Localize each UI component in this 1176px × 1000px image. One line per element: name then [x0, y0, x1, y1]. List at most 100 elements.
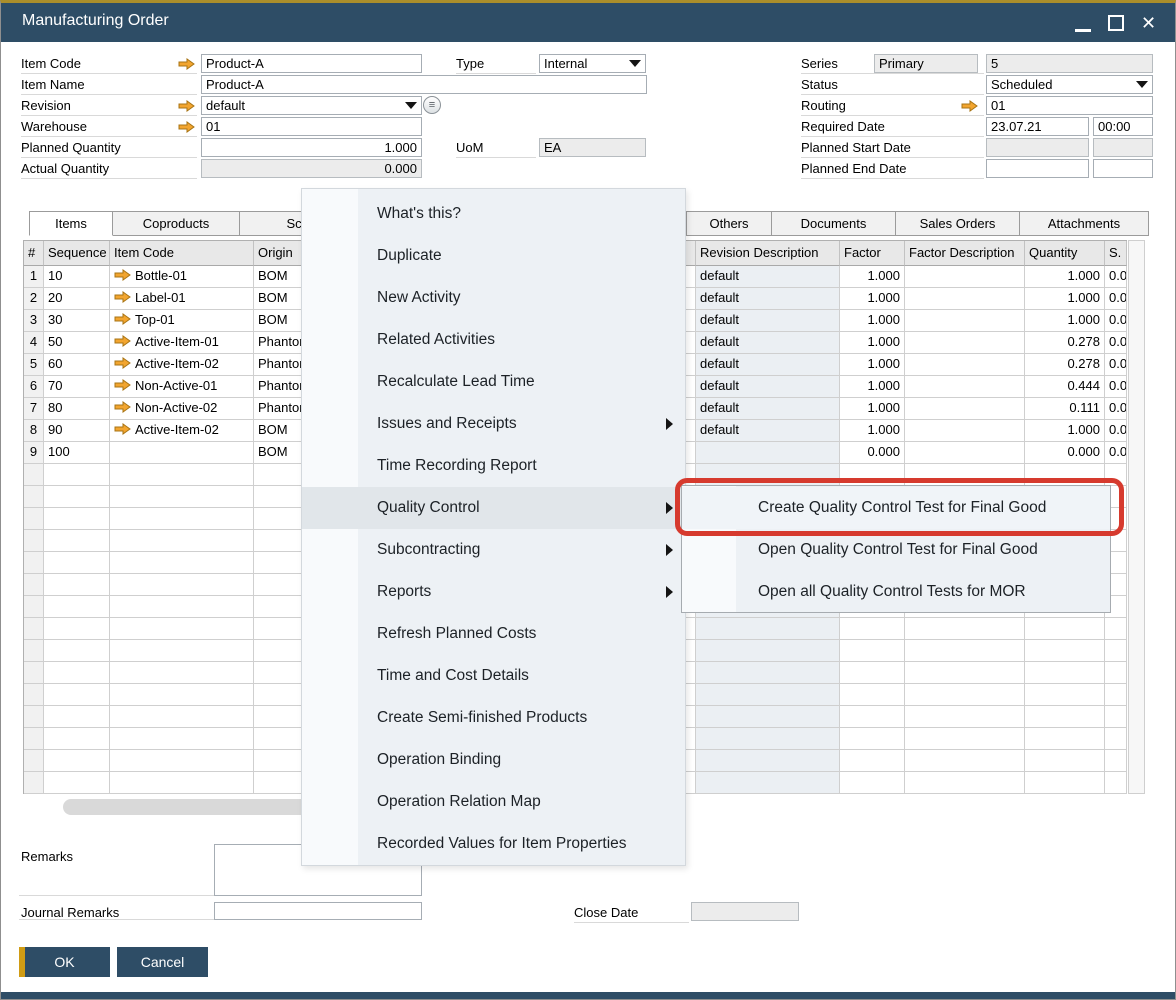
cell-factor[interactable]	[840, 684, 905, 706]
submenu-item-create-quality-control-test-for-final-good[interactable]: Create Quality Control Test for Final Go…	[682, 487, 1110, 529]
cell-item-code[interactable]	[110, 772, 254, 794]
menu-item-refresh-planned-costs[interactable]: Refresh Planned Costs	[302, 613, 685, 655]
cell-revision-description[interactable]	[696, 464, 840, 486]
cell-revision-description[interactable]: default	[696, 288, 840, 310]
menu-item-quality-control[interactable]: Quality Control	[302, 487, 685, 529]
cell-sequence[interactable]	[44, 574, 110, 596]
cell-sequence[interactable]	[44, 618, 110, 640]
menu-item-duplicate[interactable]: Duplicate	[302, 235, 685, 277]
field-planned-end-date-time[interactable]	[1093, 159, 1153, 178]
cell-factor-description[interactable]	[905, 354, 1025, 376]
cell-factor[interactable]	[840, 772, 905, 794]
tab-documents[interactable]: Documents	[771, 211, 896, 236]
tab-items[interactable]: Items	[29, 211, 113, 236]
cell-quantity[interactable]: 1.000	[1025, 266, 1105, 288]
cell-sequence[interactable]	[44, 486, 110, 508]
cell-item-code[interactable]: Non-Active-01	[110, 376, 254, 398]
cell-sequence[interactable]: 60	[44, 354, 110, 376]
cell-factor[interactable]: 0.000	[840, 442, 905, 464]
link-arrow-icon[interactable]	[178, 57, 196, 70]
cell-sequence[interactable]	[44, 640, 110, 662]
cell-sequence[interactable]	[44, 728, 110, 750]
cell-item-code[interactable]	[110, 530, 254, 552]
cell-factor[interactable]: 1.000	[840, 332, 905, 354]
cell-sequence[interactable]: 100	[44, 442, 110, 464]
cell-item-code[interactable]: Bottle-01	[110, 266, 254, 288]
cell-item-code[interactable]: Top-01	[110, 310, 254, 332]
cell-item-code[interactable]	[110, 750, 254, 772]
cell-s[interactable]	[1105, 464, 1127, 486]
cell-s[interactable]	[1105, 662, 1127, 684]
cell-item-code[interactable]	[110, 618, 254, 640]
cell-factor-description[interactable]	[905, 398, 1025, 420]
cell-s[interactable]	[1105, 728, 1127, 750]
link-arrow-icon[interactable]	[114, 333, 131, 345]
cell-revision-description[interactable]: default	[696, 354, 840, 376]
cell-quantity[interactable]: 0.111	[1025, 398, 1105, 420]
menu-item-recalculate-lead-time[interactable]: Recalculate Lead Time	[302, 361, 685, 403]
cell-quantity[interactable]: 0.000	[1025, 442, 1105, 464]
menu-item-reports[interactable]: Reports	[302, 571, 685, 613]
cell-item-code[interactable]	[110, 684, 254, 706]
cell-s[interactable]	[1105, 772, 1127, 794]
field-planned-end-date-date[interactable]	[986, 159, 1089, 178]
cell-revision-description[interactable]	[696, 662, 840, 684]
cell-factor[interactable]: 1.000	[840, 310, 905, 332]
cell-s[interactable]	[1105, 684, 1127, 706]
cell-s[interactable]	[1105, 618, 1127, 640]
cell-sequence[interactable]	[44, 772, 110, 794]
field-revision[interactable]: default	[201, 96, 422, 115]
cell-factor-description[interactable]	[905, 750, 1025, 772]
cell-s[interactable]: 0.000	[1105, 442, 1127, 464]
cell-s[interactable]: 0.000	[1105, 354, 1127, 376]
menu-item-recorded-values-for-item-properties[interactable]: Recorded Values for Item Properties	[302, 823, 685, 865]
cell-revision-description[interactable]: default	[696, 310, 840, 332]
cell-s[interactable]: 0.000	[1105, 398, 1127, 420]
cell-factor[interactable]: 1.000	[840, 266, 905, 288]
cell-quantity[interactable]: 0.278	[1025, 354, 1105, 376]
cell-quantity[interactable]	[1025, 772, 1105, 794]
cell-factor-description[interactable]	[905, 464, 1025, 486]
cell-item-code[interactable]	[110, 486, 254, 508]
cell-revision-description[interactable]	[696, 750, 840, 772]
cell-item-code[interactable]	[110, 508, 254, 530]
cell-item-code[interactable]	[110, 640, 254, 662]
menu-item-time-and-cost-details[interactable]: Time and Cost Details	[302, 655, 685, 697]
cell-factor[interactable]	[840, 662, 905, 684]
field-item-code[interactable]: Product-A	[201, 54, 422, 73]
cell-factor-description[interactable]	[905, 288, 1025, 310]
cell-s[interactable]: 0.000	[1105, 332, 1127, 354]
cell-item-code[interactable]: Non-Active-02	[110, 398, 254, 420]
vertical-scrollbar[interactable]	[1128, 240, 1145, 794]
cell-factor-description[interactable]	[905, 420, 1025, 442]
close-button[interactable]: ✕	[1137, 9, 1163, 37]
cell-item-code[interactable]	[110, 596, 254, 618]
menu-item-related-activities[interactable]: Related Activities	[302, 319, 685, 361]
cell-factor[interactable]: 1.000	[840, 288, 905, 310]
cell-sequence[interactable]	[44, 596, 110, 618]
link-arrow-icon[interactable]	[178, 120, 196, 133]
cell-sequence[interactable]	[44, 530, 110, 552]
cell-quantity[interactable]	[1025, 684, 1105, 706]
cell-sequence[interactable]: 80	[44, 398, 110, 420]
submenu-item-open-all-quality-control-tests-for-mor[interactable]: Open all Quality Control Tests for MOR	[682, 571, 1110, 613]
cell-factor-description[interactable]	[905, 728, 1025, 750]
link-arrow-icon[interactable]	[114, 267, 131, 279]
link-arrow-icon[interactable]	[114, 355, 131, 367]
maximize-button[interactable]	[1104, 9, 1130, 37]
cell-revision-description[interactable]: default	[696, 420, 840, 442]
cell-quantity[interactable]: 0.444	[1025, 376, 1105, 398]
cell-s[interactable]: 0.000	[1105, 288, 1127, 310]
cell-sequence[interactable]	[44, 464, 110, 486]
cell-quantity[interactable]	[1025, 662, 1105, 684]
link-arrow-icon[interactable]	[114, 399, 131, 411]
menu-item-create-semi-finished-products[interactable]: Create Semi-finished Products	[302, 697, 685, 739]
menu-item-issues-and-receipts[interactable]: Issues and Receipts	[302, 403, 685, 445]
cell-item-code[interactable]	[110, 464, 254, 486]
cell-revision-description[interactable]: default	[696, 376, 840, 398]
cell-revision-description[interactable]	[696, 684, 840, 706]
list-options-icon[interactable]: ≡	[423, 96, 441, 114]
cell-item-code[interactable]	[110, 728, 254, 750]
tab-attachments[interactable]: Attachments	[1019, 211, 1149, 236]
field-status[interactable]: Scheduled	[986, 75, 1153, 94]
